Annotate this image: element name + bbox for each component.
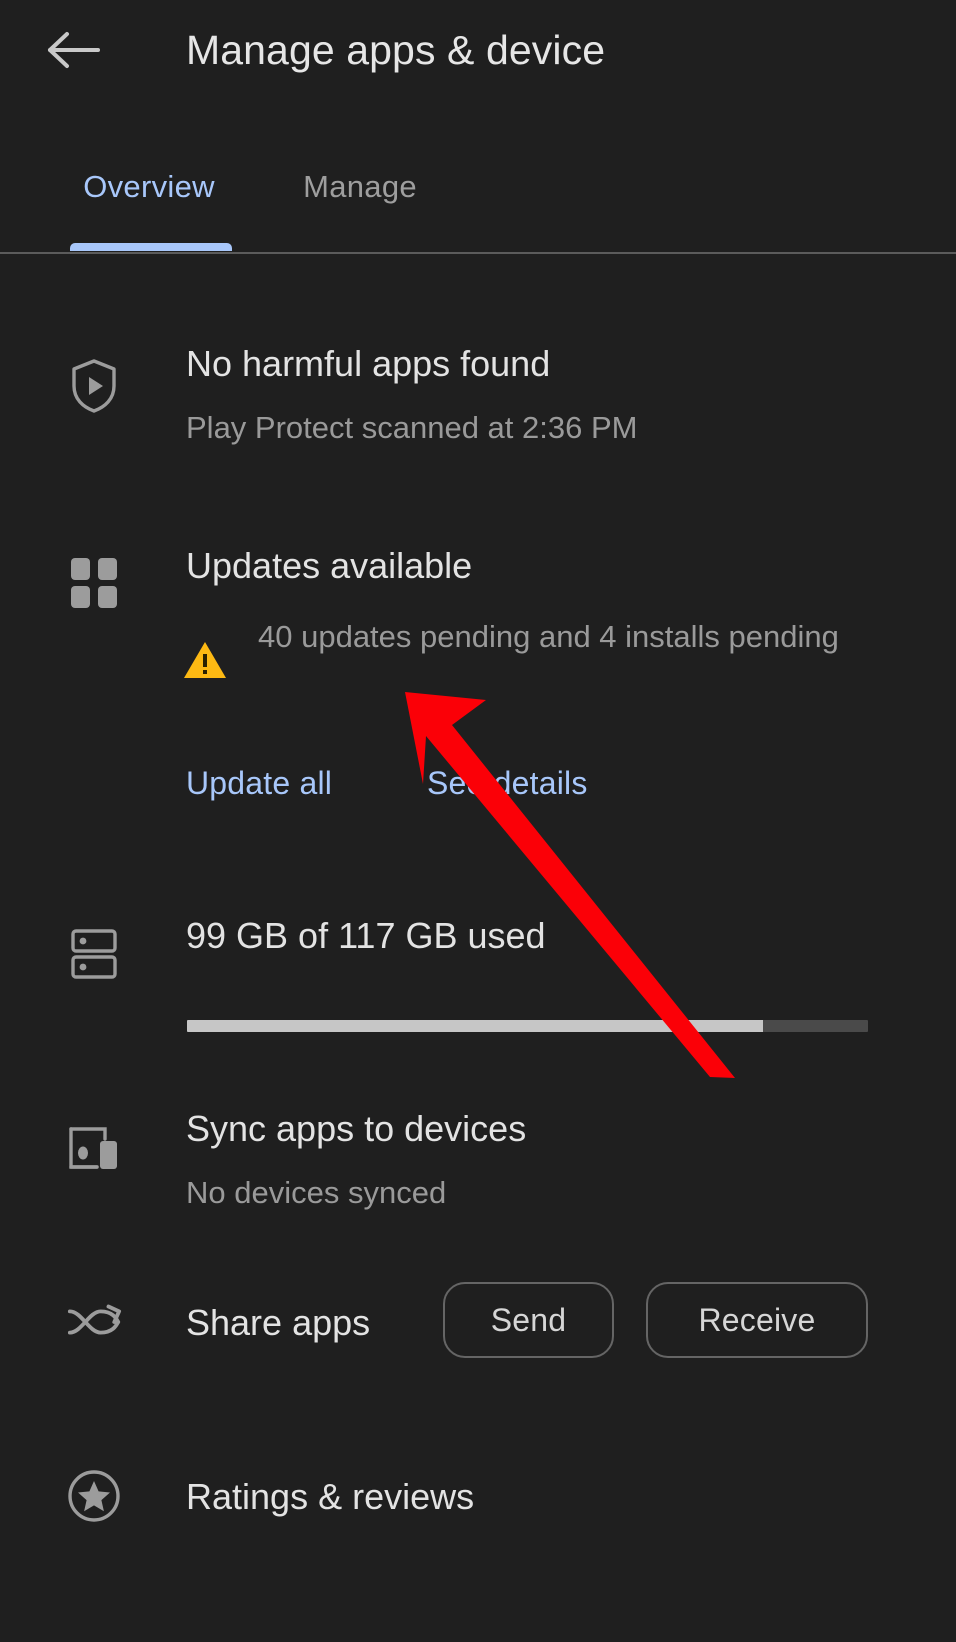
storage-icon [66, 926, 122, 982]
share-apps-icon [66, 1294, 122, 1350]
star-circle-icon [66, 1468, 122, 1524]
send-button[interactable]: Send [443, 1282, 614, 1358]
arrow-back-icon [47, 30, 101, 70]
tab-divider [0, 252, 956, 254]
play-protect-title: No harmful apps found [186, 343, 551, 384]
app-header: Manage apps & device [0, 0, 956, 120]
tab-manage[interactable]: Manage [286, 148, 434, 226]
page-title: Manage apps & device [186, 27, 606, 73]
see-details-button[interactable]: See details [427, 763, 588, 803]
storage-title: 99 GB of 117 GB used [186, 915, 546, 956]
sync-subtitle: No devices synced [186, 1175, 447, 1210]
play-protect-subtitle: Play Protect scanned at 2:36 PM [186, 410, 638, 445]
storage-progress-fill [187, 1020, 764, 1032]
receive-button[interactable]: Receive [646, 1282, 868, 1358]
update-all-button[interactable]: Update all [186, 763, 332, 803]
warning-triangle-icon [183, 640, 227, 680]
apps-grid-icon [66, 555, 122, 611]
ratings-title: Ratings & reviews [186, 1476, 475, 1517]
tab-bar: Overview Manage [0, 148, 956, 253]
share-apps-title: Share apps [186, 1302, 371, 1343]
back-button[interactable] [42, 18, 106, 82]
devices-icon [66, 1120, 122, 1176]
updates-subtitle: 40 updates pending and 4 installs pendin… [258, 619, 839, 654]
tab-active-indicator [70, 243, 232, 251]
sync-title: Sync apps to devices [186, 1108, 527, 1149]
storage-progress-bar [187, 1020, 868, 1032]
shield-play-icon [66, 358, 122, 414]
tab-overview[interactable]: Overview [64, 148, 234, 226]
updates-title: Updates available [186, 545, 473, 586]
